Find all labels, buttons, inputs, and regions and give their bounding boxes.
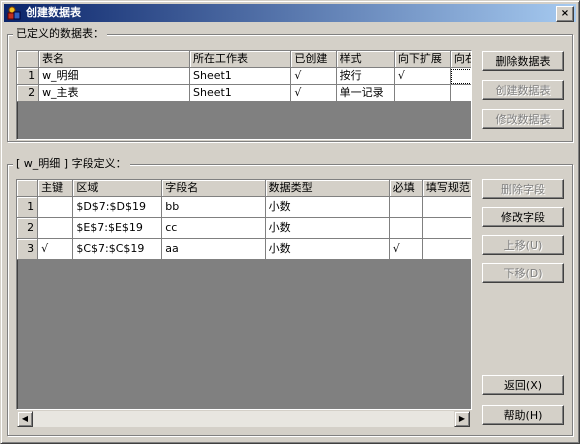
cell-pk[interactable] [37,217,74,239]
corner-cell [17,51,40,68]
cell-sheet[interactable]: Sheet1 [189,84,292,102]
close-button[interactable]: × [556,6,574,22]
cell-style[interactable]: 单一记录 [336,84,395,102]
col-header-created[interactable]: 已创建 [290,51,337,68]
col-header-required[interactable]: 必填 [389,180,423,197]
right-arrow-icon[interactable]: ▶ [454,411,470,427]
tables-grid-header: 表名 所在工作表 已创建 样式 向下扩展 向右扩展 [17,51,471,68]
cell-name[interactable]: w_明细 [38,67,190,85]
cell-sheet[interactable]: Sheet1 [189,67,292,85]
move-down-button[interactable]: 下移(D) [482,263,564,283]
col-header-sheet[interactable]: 所在工作表 [189,51,292,68]
help-button[interactable]: 帮助(H) [482,405,564,425]
col-header-rule[interactable]: 填写规范 [422,180,471,197]
delete-table-button[interactable]: 删除数据表 [482,51,564,71]
modify-table-button[interactable]: 修改数据表 [482,109,564,129]
corner-cell [17,180,39,197]
cell-range[interactable]: $E$7:$E$19 [72,217,163,239]
row-number[interactable]: 2 [17,217,39,239]
cell-pk[interactable]: √ [37,238,74,260]
create-table-button[interactable]: 创建数据表 [482,80,564,100]
title-bar[interactable]: 创建数据表 × [4,4,576,22]
col-header-right[interactable]: 向右扩展 [450,51,471,68]
cell-required[interactable]: √ [389,238,423,260]
back-button[interactable]: 返回(X) [482,375,564,395]
cell-type[interactable]: 小数 [265,238,390,260]
cell-created[interactable]: √ [290,67,337,85]
col-header-type[interactable]: 数据类型 [265,180,390,197]
cell-down[interactable]: √ [394,67,451,85]
left-arrow-icon[interactable]: ◀ [17,411,33,427]
cell-rule[interactable] [422,238,471,260]
cell-field[interactable]: cc [161,217,266,239]
row-number[interactable]: 1 [17,196,39,218]
table-row[interactable]: 3 √ $C$7:$C$19 aa 小数 √ [17,238,471,260]
cell-field[interactable]: aa [161,238,266,260]
cell-required[interactable] [389,196,423,218]
cell-name[interactable]: w_主表 [38,84,190,102]
table-row[interactable]: 1 $D$7:$D$19 bb 小数 [17,196,471,218]
dialog-window: 创建数据表 × 已定义的数据表： 表名 所在工作表 已创建 样式 向下扩展 向右… [0,0,580,444]
col-header-range[interactable]: 区域 [72,180,163,197]
col-header-name[interactable]: 表名 [38,51,190,68]
cell-created[interactable]: √ [290,84,337,102]
table-row[interactable]: 2 $E$7:$E$19 cc 小数 [17,217,471,239]
tables-grid[interactable]: 表名 所在工作表 已创建 样式 向下扩展 向右扩展 1 w_明细 Sheet1 … [16,50,472,140]
row-number[interactable]: 1 [17,67,40,85]
cell-rule[interactable] [422,217,471,239]
fields-grid[interactable]: 主键 区域 字段名 数据类型 必填 填写规范 1 $D$7:$D$19 bb 小… [16,179,472,410]
col-header-pk[interactable]: 主键 [37,180,74,197]
col-header-style[interactable]: 样式 [336,51,395,68]
delete-field-button[interactable]: 删除字段 [482,179,564,199]
col-header-field[interactable]: 字段名 [161,180,266,197]
cell-required[interactable] [389,217,423,239]
app-icon [7,6,21,20]
table-row[interactable]: 1 w_明细 Sheet1 √ 按行 √ [17,67,471,85]
cell-type[interactable]: 小数 [265,217,390,239]
cell-range[interactable]: $D$7:$D$19 [72,196,163,218]
cell-pk[interactable] [37,196,74,218]
cell-range[interactable]: $C$7:$C$19 [72,238,163,260]
cell-down[interactable] [394,84,451,102]
cell-style[interactable]: 按行 [336,67,395,85]
col-header-down[interactable]: 向下扩展 [394,51,451,68]
window-title: 创建数据表 [26,6,81,19]
move-up-button[interactable]: 上移(U) [482,235,564,255]
defined-tables-legend: 已定义的数据表： [13,27,107,41]
table-row[interactable]: 2 w_主表 Sheet1 √ 单一记录 [17,84,471,102]
cell-right[interactable] [450,67,471,85]
row-number[interactable]: 2 [17,84,40,102]
row-number[interactable]: 3 [17,238,39,260]
cell-field[interactable]: bb [161,196,266,218]
fields-grid-header: 主键 区域 字段名 数据类型 必填 填写规范 [17,180,471,197]
close-icon: × [560,8,570,19]
field-definition-legend: [ w_明细 ] 字段定义： [13,157,130,171]
cell-right[interactable] [450,84,471,102]
cell-type[interactable]: 小数 [265,196,390,218]
cell-rule[interactable] [422,196,471,218]
modify-field-button[interactable]: 修改字段 [482,207,564,227]
fields-horizontal-scrollbar[interactable]: ◀ ▶ [17,410,470,427]
